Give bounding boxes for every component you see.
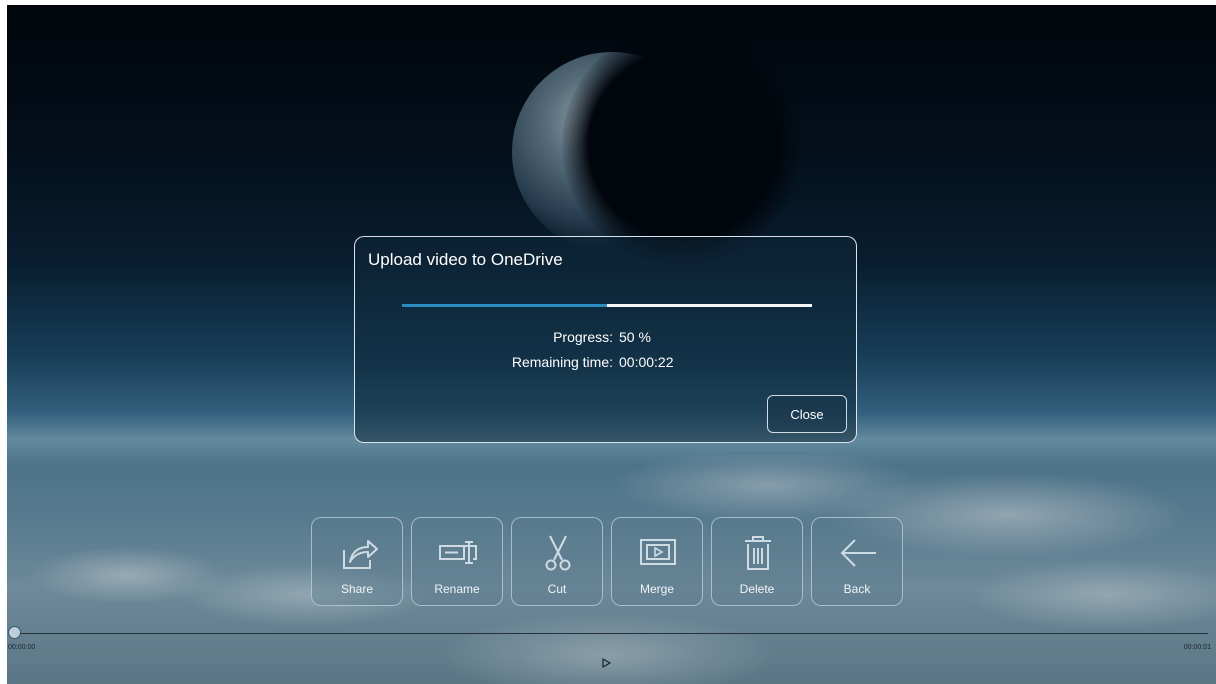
merge-label: Merge [639, 582, 674, 596]
timeline-end-time: 00:00:01 [1183, 644, 1211, 651]
share-icon [343, 540, 378, 569]
dialog-title: Upload video to OneDrive [368, 250, 563, 269]
trash-icon [745, 536, 771, 570]
remaining-time-value: 00:00:22 [619, 354, 674, 370]
delete-label: Delete [739, 582, 775, 596]
timeline-track[interactable] [15, 633, 1208, 634]
upload-progress-bar [402, 304, 812, 307]
rename-button[interactable]: Rename [411, 517, 503, 606]
scissors-icon [545, 535, 571, 571]
share-button[interactable]: Share [311, 517, 403, 606]
merge-button[interactable]: Merge [611, 517, 703, 606]
cut-label: Cut [547, 582, 567, 596]
close-button[interactable]: Close [767, 395, 847, 433]
app-window: Upload video to OneDrive Progress: 50 % … [0, 0, 1216, 684]
remaining-time-label: Remaining time: [511, 354, 613, 370]
arrow-left-icon [840, 539, 876, 567]
back-button[interactable]: Back [811, 517, 903, 606]
merge-icon [640, 539, 676, 565]
share-label: Share [340, 582, 374, 596]
rename-label: Rename [434, 582, 480, 596]
upload-progress-fill [402, 304, 607, 307]
cut-button[interactable]: Cut [511, 517, 603, 606]
upload-dialog: Upload video to OneDrive Progress: 50 % … [354, 236, 857, 443]
timeline-start-time: 00:00:00 [8, 644, 36, 651]
progress-label: Progress: [553, 329, 613, 345]
rename-icon [439, 541, 477, 564]
timeline-scrubber-handle[interactable] [8, 626, 21, 639]
progress-value: 50 % [619, 329, 651, 345]
back-label: Back [843, 582, 871, 596]
play-icon[interactable] [600, 657, 612, 669]
delete-button[interactable]: Delete [711, 517, 803, 606]
